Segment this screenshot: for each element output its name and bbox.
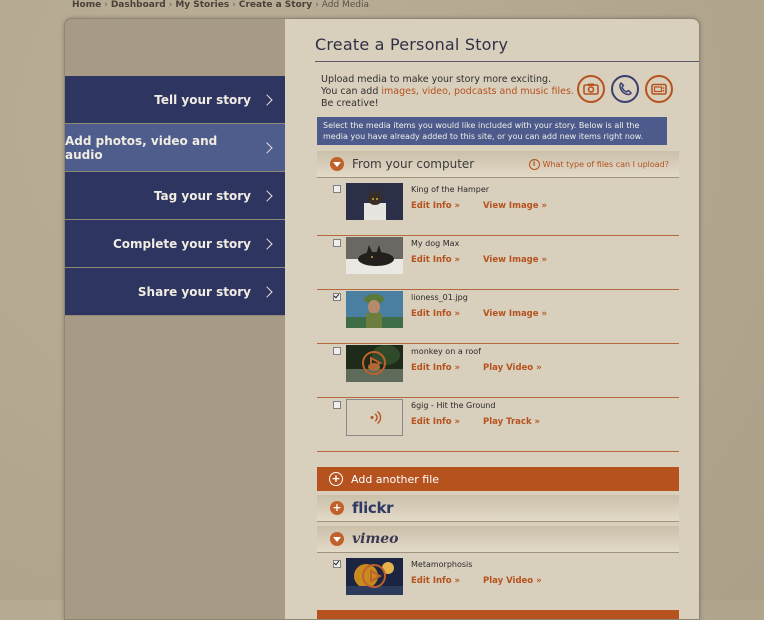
main-content: Create a Personal Story Upload media to … <box>285 19 699 619</box>
edit-info-link[interactable]: Edit Info » <box>411 309 460 319</box>
collapse-toggle-button[interactable] <box>330 157 344 171</box>
edit-info-link[interactable]: Edit Info » <box>411 255 460 265</box>
sidebar-item-share-story[interactable]: Share your story <box>65 268 285 316</box>
sidebar-item-tag-story[interactable]: Tag your story <box>65 172 285 220</box>
media-thumbnail <box>346 237 403 274</box>
breadcrumb-my-stories[interactable]: My Stories <box>175 0 229 10</box>
audio-icon <box>370 410 382 425</box>
media-list-item: lioness_01.jpg Edit Info » View Image » <box>317 289 679 344</box>
chevron-down-icon <box>333 161 341 167</box>
select-checkbox[interactable] <box>333 347 341 355</box>
sidebar-item-label: Tag your story <box>153 188 251 203</box>
play-video-link[interactable]: Play Video » <box>483 576 542 586</box>
info-icon: i <box>528 158 540 170</box>
section-flickr[interactable]: + flickr <box>317 495 679 522</box>
media-thumbnail <box>346 558 403 595</box>
edit-info-link[interactable]: Edit Info » <box>411 417 460 427</box>
media-list-item: monkey on a roof Edit Info » Play Video … <box>317 343 679 398</box>
file-types-help-link[interactable]: i What type of files can I upload? <box>528 158 669 170</box>
edit-info-link[interactable]: Edit Info » <box>411 201 460 211</box>
select-checkbox[interactable] <box>333 239 341 247</box>
view-image-link[interactable]: View Image » <box>483 309 547 319</box>
view-image-link[interactable]: View Image » <box>483 201 547 211</box>
media-list-item: Metamorphosis Edit Info » Play Video » <box>317 556 679 611</box>
chevron-right-icon <box>261 237 273 250</box>
flickr-logo: flickr <box>352 499 394 517</box>
sidebar-item-complete-story[interactable]: Complete your story <box>65 220 285 268</box>
media-types-link[interactable]: images, video, podcasts and music files. <box>381 86 574 97</box>
section-from-computer[interactable]: From your computer i What type of files … <box>317 151 679 178</box>
media-title: lioness_01.jpg <box>411 293 468 302</box>
media-thumbnail <box>346 399 403 436</box>
section-vimeo[interactable]: vimeo <box>317 526 679 553</box>
intro-text: Upload media to make your story more exc… <box>321 74 574 110</box>
select-checkbox[interactable] <box>333 293 341 301</box>
breadcrumb-dashboard[interactable]: Dashboard <box>111 0 166 10</box>
edit-info-link[interactable]: Edit Info » <box>411 363 460 373</box>
chevron-right-icon <box>261 93 273 106</box>
breadcrumb-separator: › <box>104 0 108 10</box>
media-title: Metamorphosis <box>411 560 473 569</box>
plus-icon: + <box>329 472 343 486</box>
breadcrumb-home[interactable]: Home <box>72 0 101 10</box>
media-type-icons <box>577 75 673 103</box>
breadcrumb-separator: › <box>315 0 319 10</box>
sidebar-item-label: Tell your story <box>154 92 251 107</box>
intro-line: Be creative! <box>321 98 379 109</box>
collapse-toggle-button[interactable] <box>330 532 344 546</box>
phone-icon[interactable] <box>611 75 639 103</box>
add-another-file-button[interactable]: + Add another file <box>317 467 679 491</box>
play-track-link[interactable]: Play Track » <box>483 417 540 427</box>
view-image-link[interactable]: View Image » <box>483 255 547 265</box>
breadcrumb: Home › Dashboard › My Stories › Create a Story… <box>72 0 369 10</box>
help-link-label: What type of files can I upload? <box>542 159 669 169</box>
tv-icon[interactable] <box>645 75 673 103</box>
title-divider <box>315 61 699 62</box>
expand-toggle-button[interactable]: + <box>330 501 344 515</box>
media-list-item: 6gig - Hit the Ground Edit Info » Play T… <box>317 397 679 452</box>
chevron-down-icon <box>333 536 341 542</box>
chevron-right-icon <box>261 285 273 298</box>
sidebar-item-label: Add photos, video and audio <box>65 133 218 162</box>
sidebar-item-label: Complete your story <box>112 236 251 251</box>
media-thumbnail <box>346 291 403 328</box>
add-file-label: Add another file <box>351 472 440 486</box>
media-thumbnail <box>346 183 403 220</box>
media-list-item: My dog Max Edit Info » View Image » <box>317 235 679 290</box>
breadcrumb-separator: › <box>168 0 173 10</box>
breadcrumb-separator: › <box>232 0 236 10</box>
select-checkbox[interactable] <box>333 401 341 409</box>
play-video-link[interactable]: Play Video » <box>483 363 542 373</box>
next-section-bar[interactable] <box>317 610 679 619</box>
sidebar-item-add-media[interactable]: Add photos, video and audio <box>65 124 285 172</box>
media-list-item: King of the Hamper Edit Info » View Imag… <box>317 181 679 236</box>
edit-info-link[interactable]: Edit Info » <box>411 576 460 586</box>
intro-line: You can add images, video, podcasts and … <box>321 86 574 98</box>
breadcrumb-current: Add Media <box>321 0 370 10</box>
intro-prefix: You can add <box>321 86 382 97</box>
media-title: monkey on a roof <box>411 347 481 356</box>
intro-line: Upload media to make your story more exc… <box>321 74 552 85</box>
select-checkbox[interactable] <box>333 560 341 568</box>
camera-icon[interactable] <box>577 75 605 103</box>
media-title: My dog Max <box>411 239 460 248</box>
sidebar: Tell your story Add photos, video and au… <box>65 76 285 316</box>
plus-icon: + <box>332 501 342 514</box>
chevron-right-icon <box>261 141 273 154</box>
chevron-right-icon <box>261 189 273 202</box>
media-title: King of the Hamper <box>411 185 490 194</box>
page-title: Create a Personal Story <box>315 35 509 54</box>
story-panel: Tell your story Add photos, video and au… <box>64 18 700 620</box>
instructions-notice: Select the media items you would like in… <box>317 117 667 145</box>
vimeo-logo: vimeo <box>352 531 399 547</box>
select-checkbox[interactable] <box>333 185 341 193</box>
sidebar-item-label: Share your story <box>137 284 251 299</box>
media-thumbnail <box>346 345 403 382</box>
breadcrumb-create-story[interactable]: Create a Story <box>239 0 312 10</box>
section-title: From your computer <box>352 157 475 171</box>
media-title: 6gig - Hit the Ground <box>411 401 496 410</box>
sidebar-item-tell-story[interactable]: Tell your story <box>65 76 285 124</box>
